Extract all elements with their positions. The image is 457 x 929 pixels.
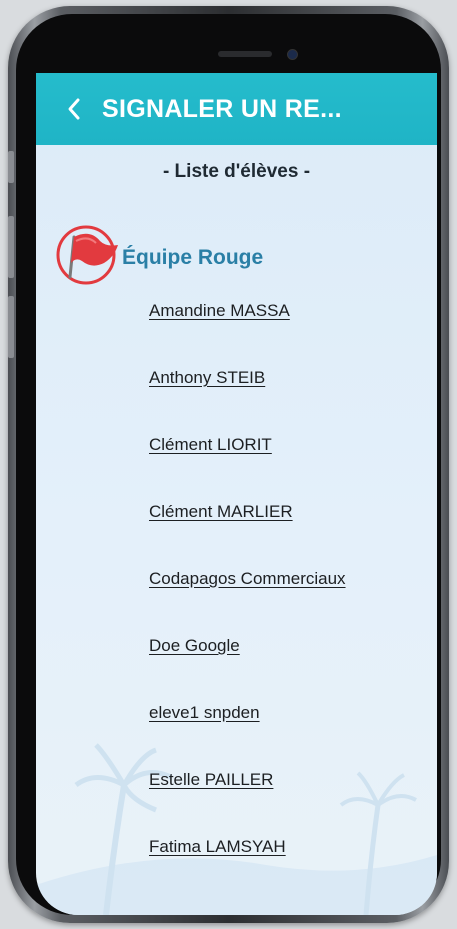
list-item: Doe Google	[149, 636, 346, 703]
student-link[interactable]: Doe Google	[149, 636, 240, 655]
list-item: Fatima LAMSYAH	[149, 837, 346, 904]
student-link[interactable]: Estelle PAILLER	[149, 770, 273, 789]
list-item: eleve1 snpden	[149, 703, 346, 770]
student-link[interactable]: Codapagos Commerciaux	[149, 569, 346, 588]
side-button	[8, 151, 14, 183]
red-flag-icon	[56, 225, 118, 285]
list-item: Amandine MASSA	[149, 301, 346, 368]
phone-frame: SIGNALER UN RE... - Liste d'élèves - Équ…	[8, 6, 449, 923]
list-item: Clément LIORIT	[149, 435, 346, 502]
student-link[interactable]: Clément MARLIER	[149, 502, 293, 521]
back-chevron-icon[interactable]	[54, 73, 94, 145]
team-name: Équipe Rouge	[122, 246, 264, 269]
team-header[interactable]: Équipe Rouge	[56, 225, 263, 285]
student-link[interactable]: Anthony STEIB	[149, 368, 265, 387]
app-bar: SIGNALER UN RE...	[36, 73, 437, 145]
list-item: Clément MARLIER	[149, 502, 346, 569]
front-camera	[287, 49, 298, 60]
student-link[interactable]: Amandine MASSA	[149, 301, 290, 320]
list-item: Anthony STEIB	[149, 368, 346, 435]
student-link[interactable]: Fatima LAMSYAH	[149, 837, 286, 856]
student-link[interactable]: eleve1 snpden	[149, 703, 260, 722]
side-button	[8, 296, 14, 358]
page-title: SIGNALER UN RE...	[102, 94, 342, 123]
student-list: Amandine MASSA Anthony STEIB Clément LIO…	[149, 301, 346, 904]
speaker-grille	[218, 51, 272, 57]
list-item: Estelle PAILLER	[149, 770, 346, 837]
list-subtitle: - Liste d'élèves -	[162, 161, 311, 182]
app-screen: SIGNALER UN RE... - Liste d'élèves - Équ…	[36, 73, 437, 915]
list-item: Codapagos Commerciaux	[149, 569, 346, 636]
student-link[interactable]: Clément LIORIT	[149, 435, 272, 454]
side-button	[8, 216, 14, 278]
